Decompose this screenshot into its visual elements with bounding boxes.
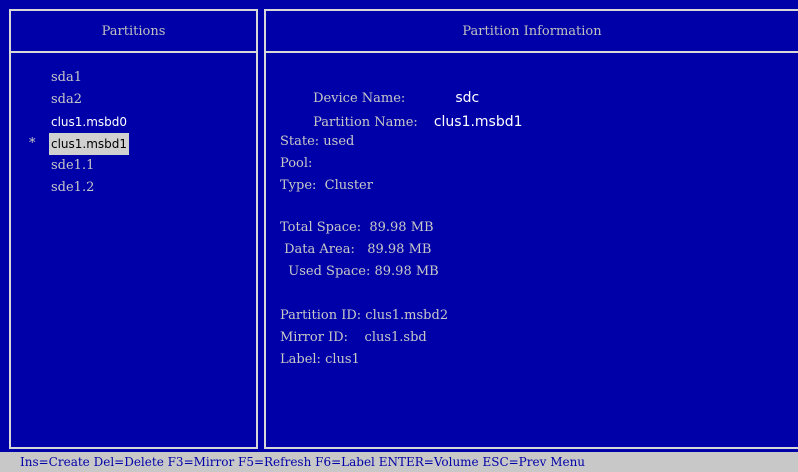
partition-label: sde1.1: [51, 158, 95, 173]
label-row: Label: clus1: [280, 352, 360, 367]
partition-name-row: Partition Name: clus1.msbd1: [280, 89, 522, 130]
partition-id-row: Partition ID: clus1.msbd2: [280, 308, 449, 323]
partition-item-clus1-msbd1[interactable]: * clus1.msbd1: [11, 133, 256, 155]
partition-name-value: clus1.msbd1: [433, 114, 523, 130]
partition-label: clus1.msbd1: [49, 133, 130, 155]
partition-item-clus1-msbd0[interactable]: clus1.msbd0: [11, 111, 256, 133]
used-space-row: Used Space: 89.98 MB: [280, 264, 439, 279]
mirror-id-row: Mirror ID: clus1.sbd: [280, 330, 427, 345]
partition-label: sda2: [51, 92, 83, 107]
partition-information-title: Partition Information: [266, 11, 798, 53]
selection-marker: *: [29, 136, 36, 151]
partition-label: clus1.msbd0: [51, 115, 128, 129]
data-area-row: Data Area: 89.98 MB: [280, 242, 432, 257]
pool-row: Pool:: [280, 156, 313, 171]
total-space-row: Total Space: 89.98 MB: [280, 220, 434, 235]
partition-item-sda2[interactable]: sda2: [11, 89, 256, 111]
partitions-panel-title: Partitions: [11, 11, 256, 53]
partition-item-sde1-1[interactable]: sde1.1: [11, 155, 256, 177]
partition-item-sda1[interactable]: sda1: [11, 67, 256, 89]
type-row: Type: Cluster: [280, 178, 373, 193]
partition-information-panel: Partition Information Device Name: sdc Pa…: [264, 9, 798, 449]
device-name-row: Device Name: sdc: [280, 65, 479, 106]
key-help-status-bar: Ins=Create Del=Delete F3=Mirror F5=Refre…: [0, 452, 798, 472]
nss-partition-manager-screen: Partitions sda1 sda2 clus1.msbd0 * clus1…: [0, 0, 798, 472]
state-row: State: used: [280, 134, 355, 149]
partitions-panel: Partitions sda1 sda2 clus1.msbd0 * clus1…: [9, 9, 258, 449]
partition-list: sda1 sda2 clus1.msbd0 * clus1.msbd1 sde1…: [11, 67, 256, 199]
partition-name-label: Partition Name:: [313, 115, 418, 130]
partition-label: sda1: [51, 70, 83, 85]
partition-label: sde1.2: [51, 180, 95, 195]
partition-item-sde1-2[interactable]: sde1.2: [11, 177, 256, 199]
